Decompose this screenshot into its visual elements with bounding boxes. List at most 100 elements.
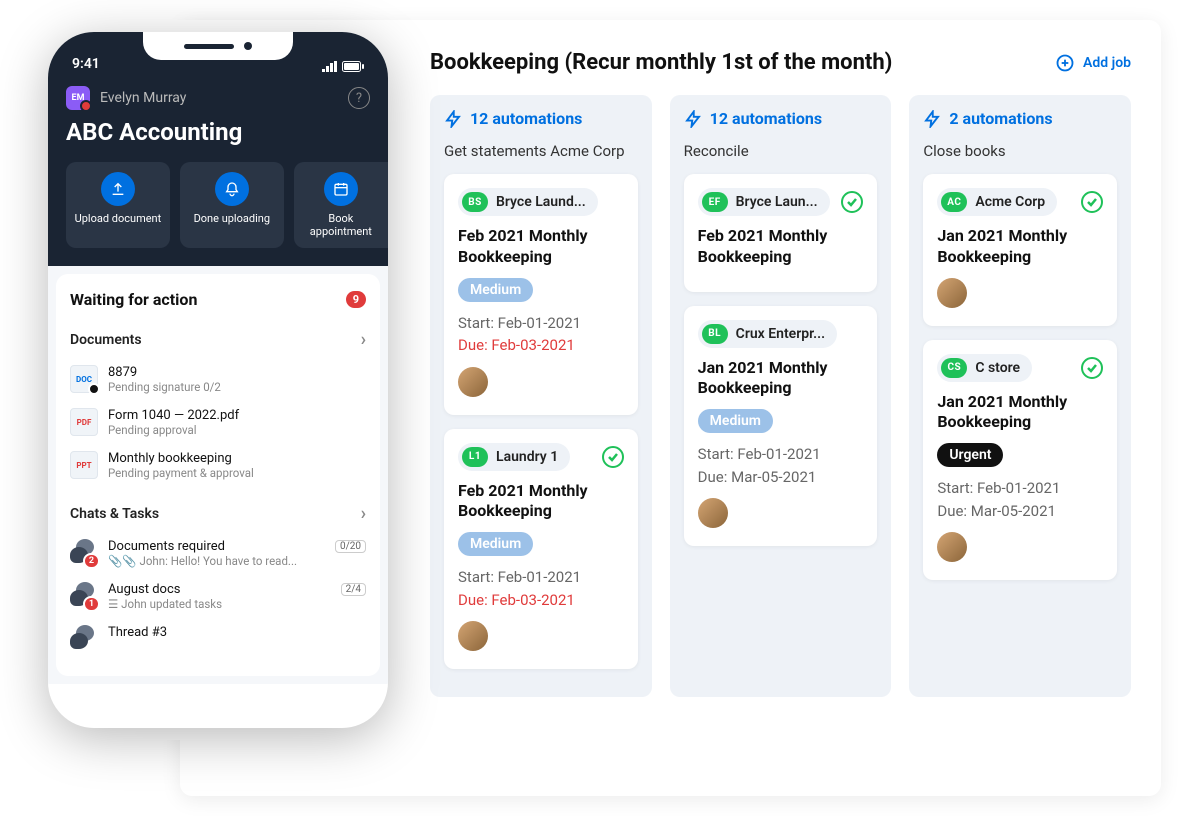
client-name: C store (975, 360, 1020, 376)
waiting-header: Waiting for action 9 (70, 290, 366, 309)
start-date: Start: Feb-01-2021 (458, 566, 624, 589)
job-card[interactable]: BS Bryce Laund... Feb 2021 Monthly Bookk… (444, 174, 638, 415)
user-name: Evelyn Murray (100, 90, 186, 106)
lightning-icon (923, 110, 941, 128)
documents-list: DOC 8879Pending signature 0/2 PDF Form 1… (70, 358, 366, 487)
documents-header[interactable]: Documents › (70, 321, 366, 358)
lightning-icon (444, 110, 462, 128)
file-icon: PDF (70, 408, 98, 436)
documents-label: Documents (70, 332, 142, 348)
client-pill[interactable]: AC Acme Corp (937, 188, 1057, 216)
automations-label: 2 automations (949, 109, 1052, 128)
user-avatar[interactable]: EM (66, 86, 90, 110)
action-label: Upload document (75, 212, 162, 225)
waiting-title: Waiting for action (70, 290, 197, 309)
client-name: Crux Enterpr... (736, 326, 825, 342)
help-icon[interactable]: ? (348, 87, 370, 109)
task-count: 0/20 (335, 540, 366, 553)
add-job-label: Add job (1083, 55, 1131, 71)
automations-link[interactable]: 12 automations (684, 109, 878, 128)
job-card[interactable]: L1 Laundry 1 Feb 2021 Monthly Bookkeepin… (444, 429, 638, 670)
check-circle-icon[interactable] (1081, 191, 1103, 213)
job-card[interactable]: EF Bryce Laun... Feb 2021 Monthly Bookke… (684, 174, 878, 292)
job-card[interactable]: AC Acme Corp Jan 2021 Monthly Bookkeepin… (923, 174, 1117, 326)
chat-item[interactable]: 2 Documents required 0/20 📎📎 John: Hello!… (70, 532, 366, 575)
client-pill[interactable]: CS C store (937, 354, 1032, 382)
document-item[interactable]: PPT Monthly bookkeepingPending payment &… (70, 444, 366, 487)
file-icon: PPT (70, 451, 98, 479)
chat-item[interactable]: Thread #3 (70, 618, 366, 660)
check-circle-icon[interactable] (841, 191, 863, 213)
chats-header[interactable]: Chats & Tasks › (70, 495, 366, 532)
check-circle-icon[interactable] (602, 446, 624, 468)
chat-icon: 1 (70, 582, 98, 610)
phone-content: Waiting for action 9 Documents › DOC 887… (48, 266, 388, 684)
assignee-avatar[interactable] (458, 621, 488, 651)
action-button[interactable]: Book appointment (294, 162, 388, 248)
chat-item[interactable]: 1 August docs2/4 ☰ John updated tasks (70, 575, 366, 618)
card-dates: Start: Feb-01-2021Due: Feb-03-2021 (458, 312, 624, 357)
priority-badge: Urgent (937, 443, 1003, 467)
chat-icon: 2 (70, 539, 98, 567)
chat-meta: 📎📎 John: Hello! You have to read... (108, 554, 366, 568)
user-row: EM Evelyn Murray ? (66, 86, 370, 110)
client-pill[interactable]: BL Crux Enterpr... (698, 320, 837, 348)
due-date: Due: Feb-03-2021 (458, 334, 624, 357)
priority-badge: Medium (698, 409, 773, 433)
kanban-column: 12 automations Reconcile EF Bryce Laun..… (670, 95, 892, 697)
action-button[interactable]: Done uploading (180, 162, 284, 248)
document-title: Form 1040 — 2022.pdf (108, 408, 366, 423)
waiting-count: 9 (346, 291, 366, 308)
client-initials: BL (702, 324, 728, 344)
card-dates: Start: Feb-01-2021Due: Mar-05-2021 (937, 477, 1103, 522)
priority-badge: Medium (458, 532, 533, 556)
job-card[interactable]: BL Crux Enterpr... Jan 2021 Monthly Book… (684, 306, 878, 547)
document-item[interactable]: PDF Form 1040 — 2022.pdfPending approval (70, 401, 366, 444)
kanban-column: 2 automations Close books AC Acme Corp J… (909, 95, 1131, 697)
lock-icon (88, 383, 100, 395)
card-title: Feb 2021 Monthly Bookkeeping (698, 226, 864, 268)
kanban-column: 12 automations Get statements Acme Corp … (430, 95, 652, 697)
document-meta: Pending payment & approval (108, 466, 366, 480)
add-job-button[interactable]: Add job (1055, 53, 1131, 73)
due-date: Due: Feb-03-2021 (458, 589, 624, 612)
client-initials: L1 (462, 447, 488, 467)
due-date: Due: Mar-05-2021 (698, 466, 864, 489)
automations-link[interactable]: 2 automations (923, 109, 1117, 128)
lightning-icon (684, 110, 702, 128)
client-name: Bryce Laun... (736, 194, 818, 210)
column-title: Get statements Acme Corp (444, 142, 638, 160)
assignee-avatar[interactable] (458, 367, 488, 397)
assignee-avatar[interactable] (937, 278, 967, 308)
card-dates: Start: Feb-01-2021Due: Feb-03-2021 (458, 566, 624, 611)
action-icon (215, 172, 249, 206)
assignee-avatar[interactable] (698, 498, 728, 528)
document-title: Monthly bookkeeping (108, 451, 366, 466)
check-circle-icon[interactable] (1081, 357, 1103, 379)
automations-label: 12 automations (470, 109, 582, 128)
battery-icon (342, 61, 364, 72)
client-pill[interactable]: BS Bryce Laund... (458, 188, 598, 216)
client-initials: CS (941, 358, 967, 378)
assignee-avatar[interactable] (937, 532, 967, 562)
chat-icon (70, 625, 98, 653)
start-date: Start: Feb-01-2021 (458, 312, 624, 335)
client-pill[interactable]: EF Bryce Laun... (698, 188, 830, 216)
client-pill[interactable]: L1 Laundry 1 (458, 443, 570, 471)
card-title: Jan 2021 Monthly Bookkeeping (937, 392, 1103, 434)
board-title: Bookkeeping (Recur monthly 1st of the mo… (430, 50, 892, 75)
automations-label: 12 automations (710, 109, 822, 128)
status-time: 9:41 (72, 56, 100, 72)
signal-icon (322, 61, 338, 72)
chevron-right-icon: › (361, 329, 366, 350)
chat-title: Documents required (108, 539, 225, 554)
chats-label: Chats & Tasks (70, 506, 159, 522)
columns-container: 12 automations Get statements Acme Corp … (430, 95, 1131, 697)
job-card[interactable]: CS C store Jan 2021 Monthly Bookkeeping … (923, 340, 1117, 581)
chats-list: 2 Documents required 0/20 📎📎 John: Hello!… (70, 532, 366, 660)
unread-badge: 1 (83, 596, 100, 612)
card-title: Jan 2021 Monthly Bookkeeping (698, 358, 864, 400)
automations-link[interactable]: 12 automations (444, 109, 638, 128)
document-item[interactable]: DOC 8879Pending signature 0/2 (70, 358, 366, 401)
action-button[interactable]: Upload document (66, 162, 170, 248)
